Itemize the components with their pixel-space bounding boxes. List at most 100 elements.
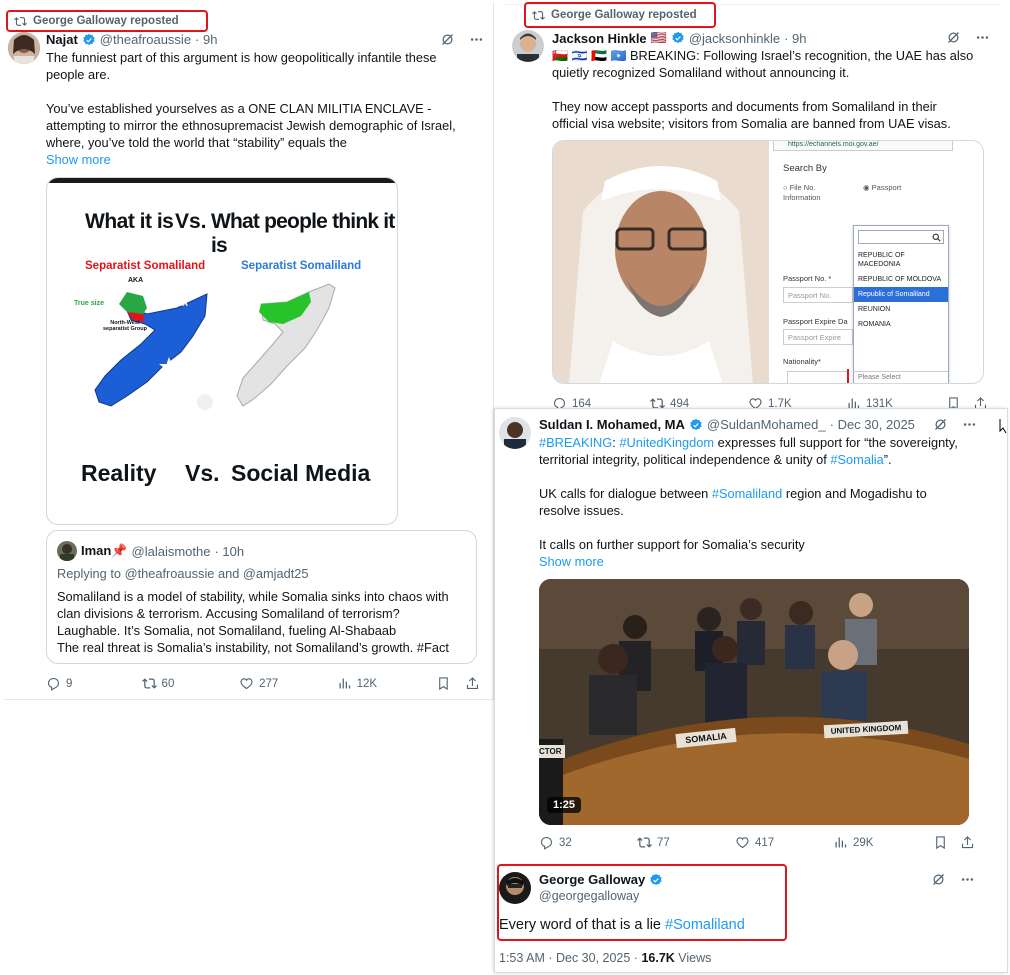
reply-button[interactable]: 32 xyxy=(539,835,637,850)
author-name[interactable]: Najat xyxy=(46,32,78,47)
grok-icon[interactable] xyxy=(946,30,961,45)
radio-passport[interactable]: ◉ Passport xyxy=(863,183,901,192)
reply-avatar[interactable] xyxy=(499,872,531,904)
radio-file-no[interactable]: ○ File No. Information xyxy=(783,183,839,203)
quote-replying-to[interactable]: Replying to @theafroaussie and @amjadt25 xyxy=(57,565,309,582)
reply-icon xyxy=(47,677,60,691)
cursor-icon xyxy=(999,419,1007,434)
bookmark-icon[interactable] xyxy=(933,835,948,850)
more-icon[interactable] xyxy=(975,30,990,45)
visa-form: https://echannels.moi.gov.ae/ Search By … xyxy=(769,141,983,383)
like-button[interactable]: 417 xyxy=(735,835,833,850)
avatar[interactable] xyxy=(499,417,531,449)
text-segment: region and Mogadishu to xyxy=(782,486,927,501)
more-icon[interactable] xyxy=(962,417,977,432)
views-button[interactable]: 12K xyxy=(337,676,437,691)
grok-icon[interactable] xyxy=(933,417,948,432)
video-player[interactable]: SOMALIA UNITED KINGDOM CTOR 1:25 xyxy=(539,579,969,825)
quote-line: clan divisions & terrorism. Accusing Som… xyxy=(57,606,400,621)
search-by-label: Search By xyxy=(783,163,827,174)
dropdown-option-selected[interactable]: Republic of Somaliland xyxy=(854,287,948,302)
quote-avatar[interactable] xyxy=(57,541,77,561)
hashtag-somaliland[interactable]: #Somaliland xyxy=(665,917,745,933)
post-time[interactable]: · Dec 30, 2025 xyxy=(830,417,915,432)
reply-author-name[interactable]: George Galloway xyxy=(539,872,645,887)
dropdown-option[interactable]: REPUBLIC OF MACEDONIA xyxy=(854,248,948,272)
tweet-jackson: George Galloway reposted Jackson Hinkle … xyxy=(506,0,1000,412)
author-handle[interactable]: @SuldanMohamed_ xyxy=(707,417,826,432)
left-map-label: Separatist Somaliland xyxy=(85,260,206,272)
tweet-text: #BREAKING: #UnitedKingdom expresses full… xyxy=(539,434,995,570)
tweet-line xyxy=(46,83,486,100)
retweet-icon xyxy=(637,837,652,848)
quote-author-handle[interactable]: @lalaismothe xyxy=(132,544,211,559)
show-more-link[interactable]: Show more xyxy=(539,553,995,570)
reply-button[interactable]: 9 xyxy=(46,676,142,691)
hashtag-somaliland[interactable]: #Somaliland xyxy=(712,486,782,501)
tweet-image[interactable]: https://echannels.moi.gov.ae/ Search By … xyxy=(552,140,984,384)
share-icon[interactable] xyxy=(960,835,975,850)
author-handle[interactable]: @theafroaussie xyxy=(100,32,191,47)
url-bar: https://echannels.moi.gov.ae/ xyxy=(773,141,953,151)
dropdown-option[interactable]: ROMANIA xyxy=(854,317,948,332)
author-handle[interactable]: @jacksonhinkle xyxy=(689,31,780,46)
avatar[interactable] xyxy=(8,32,40,64)
nationality-dropdown[interactable]: REPUBLIC OF MACEDONIA REPUBLIC OF MOLDOV… xyxy=(853,225,949,383)
passport-no-input[interactable]: Passport No. xyxy=(783,287,853,303)
true-size-label: True size xyxy=(74,300,104,307)
quoted-tweet[interactable]: Iman📌 @lalaismothe · 10h Replying to @th… xyxy=(46,530,477,664)
hashtag-somalia[interactable]: #Somalia xyxy=(830,452,883,467)
quote-time[interactable]: · 10h xyxy=(214,544,244,559)
action-bar: 9 60 277 12K xyxy=(46,676,480,691)
view-count: 12K xyxy=(356,677,378,690)
tweet-text: 🇴🇲 🇮🇱 🇦🇪 🇸🇴 BREAKING: Following Israel’s… xyxy=(552,47,992,132)
radio-file-label: File No. Information xyxy=(783,183,821,202)
bookmark-icon[interactable] xyxy=(436,676,451,691)
dropdown-search[interactable] xyxy=(858,230,944,244)
quote-author-name[interactable]: Iman📌 xyxy=(81,543,128,559)
author-name[interactable]: Suldan I. Mohamed, MA xyxy=(539,417,685,432)
view-count: 29K xyxy=(853,836,874,849)
hashtag-breaking[interactable]: #BREAKING xyxy=(539,435,612,450)
reply-author-row: George Galloway xyxy=(539,872,663,887)
meme-image[interactable]: What it is Vs. What people think it is S… xyxy=(46,177,398,525)
like-count: 417 xyxy=(755,836,775,849)
reply-text-body: Every word of that is a lie xyxy=(499,917,666,933)
reply-timestamp[interactable]: 1:53 AM · Dec 30, 2025 · xyxy=(499,951,641,965)
verified-icon xyxy=(650,873,662,885)
author-name[interactable]: Jackson Hinkle xyxy=(552,31,647,46)
repost-label: George Galloway reposted xyxy=(551,9,697,21)
tweet-line: official visa website; visitors from Som… xyxy=(552,116,951,131)
reply-count: 32 xyxy=(559,836,572,849)
expire-input[interactable]: Passport Expire xyxy=(783,329,853,345)
tweet-line: resolve issues. xyxy=(539,503,624,518)
more-icon[interactable] xyxy=(469,32,484,47)
dropdown-option[interactable]: REPUBLIC OF MOLDOVA xyxy=(854,272,948,287)
more-icon[interactable] xyxy=(960,872,975,887)
hashtag-unitedkingdom[interactable]: #UnitedKingdom xyxy=(619,435,714,450)
views-button[interactable]: 29K xyxy=(833,835,933,850)
like-button[interactable]: 277 xyxy=(239,676,337,691)
dropdown-option[interactable]: REUNION xyxy=(854,302,948,317)
grok-icon[interactable] xyxy=(931,872,946,887)
nationality-input[interactable] xyxy=(787,371,849,383)
meme-top-vs: Vs. xyxy=(175,210,207,233)
text-segment: UK calls for dialogue between xyxy=(539,486,712,501)
post-time[interactable]: · 9h xyxy=(195,32,217,47)
tweet-line: It calls on further support for Somalia’… xyxy=(539,537,805,552)
meme-bottom-vs: Vs. xyxy=(185,460,220,486)
share-icon[interactable] xyxy=(465,676,480,691)
tweet-line: attempting to mirror the ethnosupremacis… xyxy=(46,118,456,133)
tweet-line xyxy=(552,81,992,98)
please-select[interactable]: Please Select xyxy=(854,371,948,383)
repost-button[interactable]: 77 xyxy=(637,835,735,850)
show-more-link[interactable]: Show more xyxy=(46,151,486,168)
author-row: Suldan I. Mohamed, MA @SuldanMohamed_ · … xyxy=(539,417,915,432)
grok-icon[interactable] xyxy=(440,32,455,47)
post-time[interactable]: · 9h xyxy=(784,31,806,46)
repost-button[interactable]: 60 xyxy=(141,676,240,691)
avatar[interactable] xyxy=(512,30,544,62)
nationality-label: Nationality* xyxy=(783,357,821,366)
reply-author-handle[interactable]: @georgegalloway xyxy=(539,889,639,903)
repost-banner: George Galloway reposted xyxy=(524,2,716,28)
